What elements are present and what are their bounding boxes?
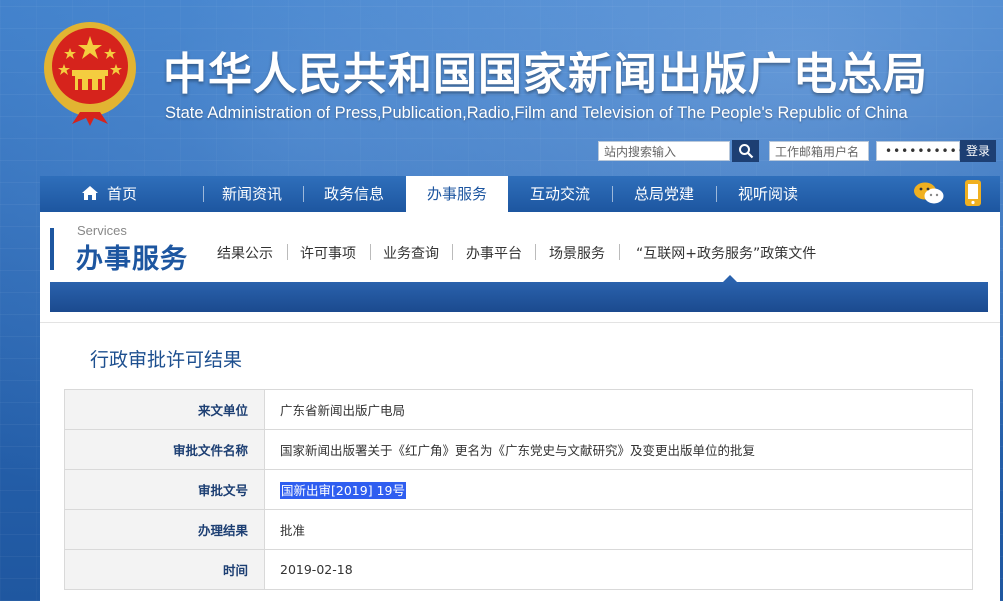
wechat-icon[interactable] [913, 181, 945, 205]
mobile-app-icon[interactable] [963, 179, 983, 207]
row-label: 来文单位 [64, 389, 265, 430]
active-indicator [723, 275, 737, 282]
nav-item-government-info[interactable]: 政务信息 [308, 176, 400, 212]
nav-item-audiovisual[interactable]: 视听阅读 [722, 176, 814, 212]
login-button[interactable]: 登录 [960, 140, 996, 162]
nav-divider [716, 186, 717, 202]
row-value: 广东省新闻出版广电局 [264, 389, 973, 430]
table-row: 来文单位 广东省新闻出版广电局 [64, 389, 973, 430]
email-username-input[interactable]: 工作邮箱用户名 [769, 141, 869, 161]
subnav-licensing[interactable]: 许可事项 [300, 243, 356, 263]
main-nav: 首页 新闻资讯 政务信息 办事服务 互动交流 总局党建 视听阅读 [40, 176, 1000, 212]
section-title: 办事服务 [76, 244, 188, 275]
divider [40, 322, 1000, 323]
row-label: 审批文号 [64, 469, 265, 510]
subnav-policy-docs[interactable]: “互联网+政务服务”政策文件 [636, 243, 816, 263]
subnav-divider [535, 244, 536, 260]
approval-detail-table: 来文单位 广东省新闻出版广电局 审批文件名称 国家新闻出版署关于《红广角》更名为… [64, 389, 973, 590]
row-value-cell: 国新出审[2019] 19号 [264, 469, 973, 510]
nav-item-services[interactable]: 办事服务 [406, 176, 508, 212]
subnav-scenario[interactable]: 场景服务 [549, 243, 605, 263]
subnav-results[interactable]: 结果公示 [217, 243, 273, 263]
subnav-divider [370, 244, 371, 260]
nav-item-interaction[interactable]: 互动交流 [514, 176, 606, 212]
table-row: 审批文件名称 国家新闻出版署关于《红广角》更名为《广东党史与文献研究》及变更出版… [64, 429, 973, 470]
nav-item-party-building[interactable]: 总局党建 [618, 176, 710, 212]
nav-divider [203, 186, 204, 202]
section-accent-bar [50, 228, 54, 270]
row-value: 批准 [264, 509, 973, 550]
subnav-divider [287, 244, 288, 260]
nav-item-label: 首页 [106, 185, 137, 203]
row-value: 2019-02-18 [264, 549, 973, 590]
search-button[interactable] [732, 140, 759, 162]
site-search-input[interactable]: 站内搜索输入 [598, 141, 730, 161]
row-label: 时间 [64, 549, 265, 590]
section-banner-bar [50, 282, 988, 312]
site-subtitle: State Administration of Press,Publicatio… [165, 104, 908, 122]
password-input[interactable]: •••••••••• [876, 141, 965, 161]
nav-divider [303, 186, 304, 202]
table-row: 时间 2019-02-18 [64, 549, 973, 590]
page-title: 行政审批许可结果 [90, 349, 243, 371]
national-emblem-icon [44, 22, 136, 126]
section-title-en: Services [77, 223, 127, 238]
site-title: 中华人民共和国国家新闻出版广电总局 [163, 49, 928, 100]
nav-divider [612, 186, 613, 202]
selected-text[interactable]: 国新出审[2019] 19号 [280, 482, 406, 499]
home-icon [81, 186, 98, 200]
row-label: 审批文件名称 [64, 429, 265, 470]
subnav-divider [452, 244, 453, 260]
nav-item-home[interactable]: 首页 [64, 176, 154, 212]
row-value: 国家新闻出版署关于《红广角》更名为《广东党史与文献研究》及变更出版单位的批复 [264, 429, 973, 470]
nav-item-news[interactable]: 新闻资讯 [210, 176, 294, 212]
subnav-platform[interactable]: 办事平台 [466, 243, 522, 263]
subnav-query[interactable]: 业务查询 [383, 243, 439, 263]
search-icon [738, 144, 753, 159]
subnav-divider [619, 244, 620, 260]
row-label: 办理结果 [64, 509, 265, 550]
table-row: 办理结果 批准 [64, 509, 973, 550]
table-row: 审批文号 国新出审[2019] 19号 [64, 469, 973, 510]
